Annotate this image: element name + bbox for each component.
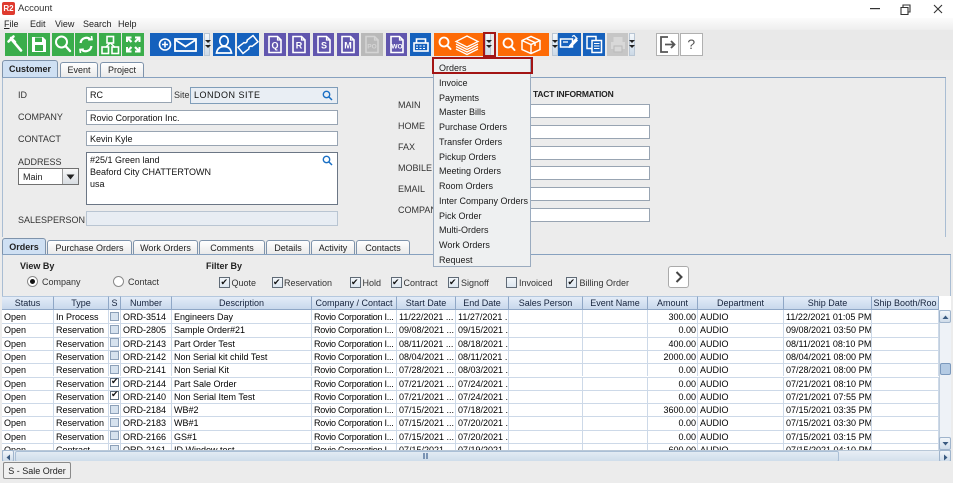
svg-text:S: S [320, 41, 326, 51]
svg-text:Q: Q [271, 41, 278, 51]
svg-text:R: R [296, 41, 303, 51]
svg-text:M: M [344, 41, 352, 51]
svg-text:WO: WO [391, 44, 402, 51]
svg-text:PO: PO [367, 44, 376, 51]
